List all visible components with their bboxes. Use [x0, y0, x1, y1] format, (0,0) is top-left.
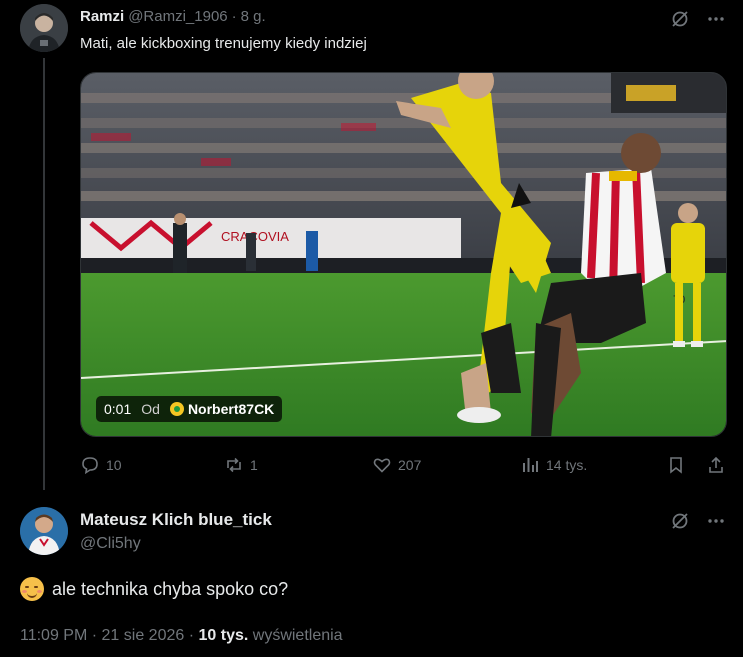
more-icon[interactable]	[705, 510, 727, 532]
main-post-text: ale technika chyba spoko co?	[20, 577, 288, 601]
share-button[interactable]	[706, 452, 726, 478]
post-views-count: 10 tys.	[198, 627, 249, 644]
bookmark-button[interactable]	[666, 452, 686, 478]
video-from-label: Od	[141, 401, 160, 417]
grok-slash-icon[interactable]	[669, 8, 691, 30]
video-source-user[interactable]: Norbert87CK	[169, 401, 275, 417]
separator-dot: ·	[231, 8, 237, 25]
video-elapsed-time: 0:01	[104, 401, 132, 417]
source-user-avatar-icon	[169, 402, 184, 416]
reply-time[interactable]: 8 g.	[241, 8, 266, 25]
thread-connector-line	[43, 58, 45, 490]
video-frame: CRACOVIA	[81, 73, 726, 436]
like-count: 207	[398, 457, 422, 473]
reply-button[interactable]: 10	[80, 452, 122, 478]
more-icon[interactable]	[705, 8, 727, 30]
post-views-label: wyświetlenia	[252, 627, 343, 644]
main-post-body: ale technika chyba spoko co?	[52, 578, 289, 599]
views-button[interactable]: 14 tys.	[520, 452, 587, 478]
reply-header: Ramzi @Ramzi_1906 · 8 g.	[80, 8, 266, 25]
reply-author-name[interactable]: Ramzi	[80, 8, 124, 25]
meta-dot-1: ·	[91, 627, 98, 644]
bookmark-icon	[670, 457, 682, 474]
main-author-name[interactable]: Mateusz Klich blue_tick	[80, 510, 272, 530]
comment-icon	[82, 457, 98, 475]
video-source-username: Norbert87CK	[187, 401, 275, 417]
post-metadata: 11:09 PM · 21 sie 2026 · 10 tys. wyświet…	[20, 627, 343, 645]
analytics-bars-icon	[523, 458, 538, 472]
post-time[interactable]: 11:09 PM	[20, 627, 87, 644]
view-count: 14 tys.	[546, 457, 588, 473]
main-top-icons	[669, 510, 727, 532]
post-date[interactable]: 21 sie 2026	[102, 627, 185, 644]
reply-author-handle[interactable]: @Ramzi_1906	[128, 8, 227, 25]
share-icon	[709, 456, 723, 473]
reply-author-avatar[interactable]	[20, 4, 68, 52]
grok-slash-icon[interactable]	[669, 510, 691, 532]
heart-icon	[373, 458, 391, 473]
smiling-blush-emoji-icon	[20, 577, 44, 601]
repost-icon	[227, 457, 241, 473]
main-author-handle[interactable]: @Cli5hy	[80, 535, 141, 553]
reply-text: Mati, ale kickboxing trenujemy kiedy ind…	[80, 35, 367, 52]
video-player[interactable]: CRACOVIA	[80, 72, 727, 437]
main-author-avatar[interactable]	[20, 507, 68, 555]
video-attribution-chip[interactable]: 0:01 Od Norbert87CK	[96, 396, 283, 422]
reply-count: 10	[106, 457, 122, 473]
repost-count: 1	[250, 457, 258, 473]
repost-button[interactable]: 1	[224, 452, 258, 478]
reply-top-icons	[669, 8, 727, 30]
like-button[interactable]: 207	[372, 452, 421, 478]
reply-action-bar: 10 1 207 14 tys.	[80, 452, 727, 478]
meta-dot-2: ·	[188, 627, 195, 644]
